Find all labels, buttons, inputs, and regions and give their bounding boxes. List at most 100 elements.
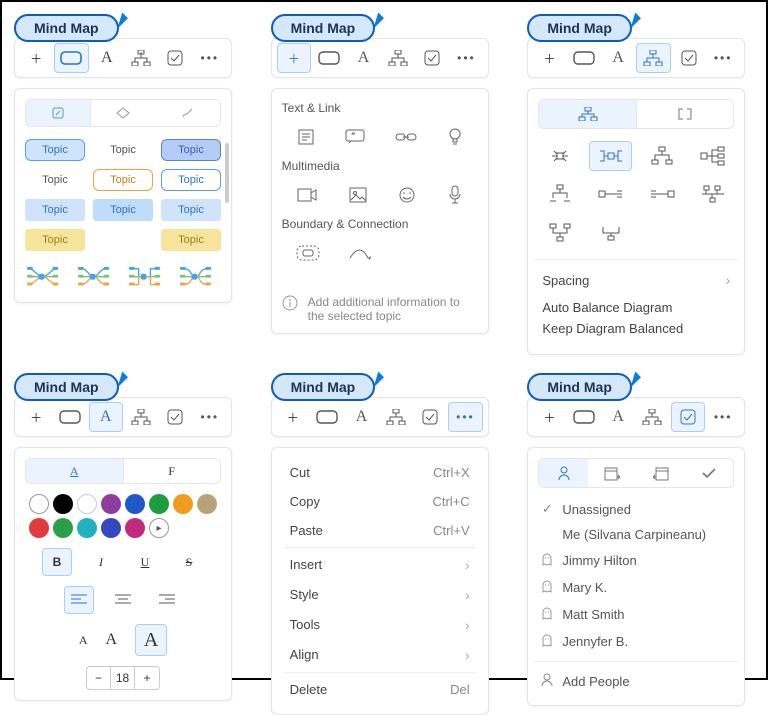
color-swatch[interactable] bbox=[197, 494, 217, 514]
color-swatch[interactable] bbox=[125, 518, 145, 538]
add-button[interactable]: ＋ bbox=[533, 402, 565, 432]
boundary-icon[interactable] bbox=[296, 245, 320, 264]
structure-button[interactable] bbox=[125, 402, 157, 432]
font-button[interactable]: A bbox=[91, 43, 123, 73]
task-button[interactable] bbox=[416, 43, 448, 73]
topic-chip[interactable]: Topic bbox=[25, 139, 85, 161]
layout-tree[interactable] bbox=[538, 179, 581, 209]
font-button[interactable]: A bbox=[345, 402, 377, 432]
relation-icon[interactable] bbox=[348, 246, 372, 263]
color-swatch[interactable] bbox=[101, 518, 121, 538]
menu-item-copy[interactable]: CopyCtrl+C bbox=[284, 487, 476, 516]
size-large[interactable]: A bbox=[135, 624, 167, 656]
more-button[interactable]: ••• bbox=[194, 402, 226, 432]
person-row[interactable]: Me (Silvana Carpineanu) bbox=[538, 522, 734, 547]
emoji-icon[interactable] bbox=[398, 186, 416, 207]
align-right[interactable] bbox=[152, 586, 182, 614]
color-swatch[interactable] bbox=[29, 494, 49, 514]
size-med[interactable]: A bbox=[106, 631, 118, 649]
shape-button[interactable] bbox=[54, 402, 86, 432]
tab-border[interactable] bbox=[91, 100, 155, 126]
layout-orgdown[interactable] bbox=[640, 141, 683, 171]
color-swatch[interactable] bbox=[101, 494, 121, 514]
tab-progress[interactable] bbox=[685, 459, 734, 487]
person-row[interactable]: Mary K. bbox=[538, 574, 734, 601]
task-button[interactable] bbox=[414, 402, 446, 432]
video-icon[interactable] bbox=[297, 188, 317, 205]
decrement-button[interactable]: − bbox=[87, 667, 111, 689]
layout-fish[interactable] bbox=[589, 217, 632, 247]
layout-radial[interactable] bbox=[538, 141, 581, 171]
topic-chip[interactable]: Topic bbox=[25, 169, 85, 191]
mind-map-pill[interactable]: Mind Map bbox=[14, 373, 119, 401]
menu-auto-balance[interactable]: Auto Balance Diagram bbox=[538, 296, 734, 319]
shape-button[interactable] bbox=[568, 402, 600, 432]
color-swatch[interactable] bbox=[77, 494, 97, 514]
tab-fill[interactable] bbox=[26, 100, 91, 126]
add-button[interactable]: ＋ bbox=[277, 402, 309, 432]
menu-item-paste[interactable]: PasteCtrl+V bbox=[284, 516, 476, 545]
menu-item-delete[interactable]: DeleteDel bbox=[284, 675, 476, 704]
dropdown-triangle-icon[interactable] bbox=[106, 13, 128, 35]
menu-item-style[interactable]: Style› bbox=[284, 580, 476, 610]
add-button[interactable]: ＋ bbox=[20, 43, 52, 73]
layout-logic-l[interactable] bbox=[640, 179, 683, 209]
font-button[interactable]: A bbox=[89, 402, 123, 432]
size-value[interactable]: 18 bbox=[111, 667, 135, 689]
align-center[interactable] bbox=[108, 586, 138, 614]
tab-compact[interactable] bbox=[637, 100, 734, 128]
add-button[interactable]: ＋ bbox=[20, 402, 52, 432]
tab-assignee[interactable] bbox=[539, 459, 588, 487]
person-row[interactable]: ✓Unassigned bbox=[538, 496, 734, 522]
topic-chip[interactable]: Topic bbox=[161, 229, 221, 251]
dropdown-triangle-icon[interactable] bbox=[619, 372, 641, 394]
shape-button[interactable] bbox=[568, 43, 600, 73]
task-button[interactable] bbox=[159, 402, 191, 432]
underline-button[interactable]: U bbox=[130, 548, 160, 576]
structure-button[interactable] bbox=[380, 402, 412, 432]
tab-start-date[interactable] bbox=[588, 459, 637, 487]
menu-item-tools[interactable]: Tools› bbox=[284, 610, 476, 640]
task-button[interactable] bbox=[671, 402, 705, 432]
layout-map[interactable] bbox=[589, 141, 632, 171]
layout-orgup[interactable] bbox=[538, 217, 581, 247]
structure-button[interactable] bbox=[382, 43, 414, 73]
layout-logic-r[interactable] bbox=[589, 179, 632, 209]
color-swatch[interactable]: ▸ bbox=[149, 518, 169, 538]
menu-item-insert[interactable]: Insert› bbox=[284, 550, 476, 580]
add-button[interactable]: ＋ bbox=[533, 43, 565, 73]
font-button[interactable]: A bbox=[602, 402, 634, 432]
add-people[interactable]: Add People bbox=[538, 668, 734, 695]
color-swatch[interactable] bbox=[125, 494, 145, 514]
tab-font[interactable]: F bbox=[124, 459, 221, 483]
align-left[interactable] bbox=[64, 586, 94, 614]
more-button[interactable]: ••• bbox=[450, 43, 482, 73]
color-swatch[interactable] bbox=[77, 518, 97, 538]
more-button[interactable]: ••• bbox=[194, 43, 226, 73]
mic-icon[interactable] bbox=[448, 185, 462, 208]
tab-brush[interactable] bbox=[156, 100, 220, 126]
font-button[interactable]: A bbox=[602, 43, 634, 73]
shape-button[interactable] bbox=[54, 43, 88, 73]
color-swatch[interactable] bbox=[149, 494, 169, 514]
color-swatch[interactable] bbox=[173, 494, 193, 514]
add-button[interactable]: ＋ bbox=[277, 43, 311, 73]
mind-map-pill[interactable]: Mind Map bbox=[527, 373, 632, 401]
note-icon[interactable] bbox=[297, 128, 315, 149]
structure-button[interactable] bbox=[125, 43, 157, 73]
person-row[interactable]: Jennyfer B. bbox=[538, 628, 734, 655]
image-icon[interactable] bbox=[349, 187, 367, 206]
topic-chip[interactable]: Topic bbox=[93, 169, 153, 191]
menu-item-align[interactable]: Align› bbox=[284, 640, 476, 670]
menu-item-cut[interactable]: CutCtrl+X bbox=[284, 458, 476, 487]
structure-button[interactable] bbox=[636, 402, 668, 432]
topic-chip[interactable]: Topic bbox=[25, 199, 85, 221]
person-row[interactable]: Matt Smith bbox=[538, 601, 734, 628]
shape-button[interactable] bbox=[311, 402, 343, 432]
bold-button[interactable]: B bbox=[42, 548, 72, 576]
topic-chip[interactable]: Topic bbox=[161, 169, 221, 191]
tab-end-date[interactable] bbox=[636, 459, 685, 487]
layout-timeline[interactable] bbox=[691, 179, 734, 209]
shape-button[interactable] bbox=[313, 43, 345, 73]
dropdown-triangle-icon[interactable] bbox=[619, 13, 641, 35]
